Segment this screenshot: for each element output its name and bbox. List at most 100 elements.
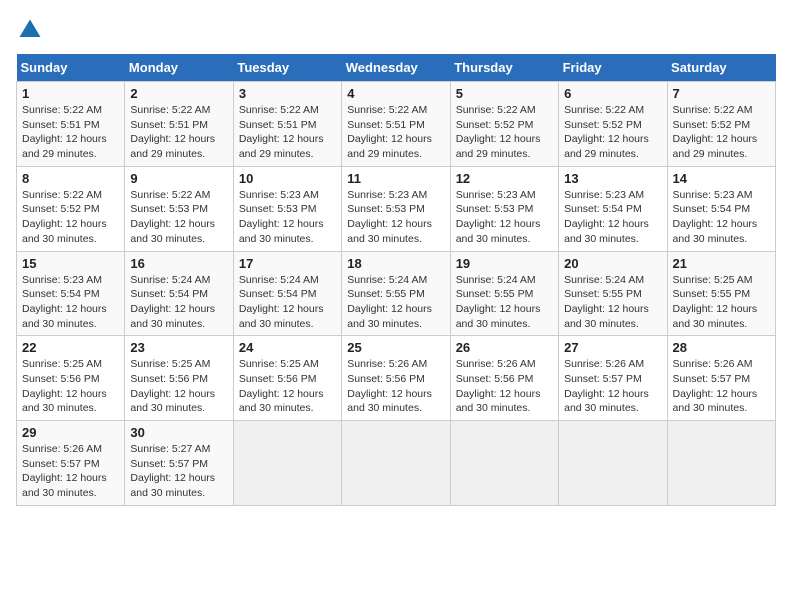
calendar-cell: 13 Sunrise: 5:23 AM Sunset: 5:54 PM Dayl…: [559, 166, 667, 251]
day-info: Sunrise: 5:22 AM Sunset: 5:51 PM Dayligh…: [347, 103, 444, 162]
calendar-cell: 6 Sunrise: 5:22 AM Sunset: 5:52 PM Dayli…: [559, 82, 667, 167]
day-number: 2: [130, 86, 227, 101]
day-info: Sunrise: 5:25 AM Sunset: 5:55 PM Dayligh…: [673, 273, 770, 332]
calendar-cell: 20 Sunrise: 5:24 AM Sunset: 5:55 PM Dayl…: [559, 251, 667, 336]
weekday-header-row: Sunday Monday Tuesday Wednesday Thursday…: [17, 54, 776, 82]
day-info: Sunrise: 5:24 AM Sunset: 5:55 PM Dayligh…: [347, 273, 444, 332]
logo-icon: [16, 16, 44, 44]
day-number: 13: [564, 171, 661, 186]
day-number: 20: [564, 256, 661, 271]
calendar-cell: 19 Sunrise: 5:24 AM Sunset: 5:55 PM Dayl…: [450, 251, 558, 336]
day-number: 21: [673, 256, 770, 271]
header: [16, 16, 776, 44]
day-info: Sunrise: 5:24 AM Sunset: 5:55 PM Dayligh…: [456, 273, 553, 332]
day-number: 1: [22, 86, 119, 101]
calendar-cell: 11 Sunrise: 5:23 AM Sunset: 5:53 PM Dayl…: [342, 166, 450, 251]
calendar-cell: 25 Sunrise: 5:26 AM Sunset: 5:56 PM Dayl…: [342, 336, 450, 421]
calendar-cell: 28 Sunrise: 5:26 AM Sunset: 5:57 PM Dayl…: [667, 336, 775, 421]
calendar-cell: 16 Sunrise: 5:24 AM Sunset: 5:54 PM Dayl…: [125, 251, 233, 336]
day-number: 24: [239, 340, 336, 355]
header-sunday: Sunday: [17, 54, 125, 82]
day-info: Sunrise: 5:25 AM Sunset: 5:56 PM Dayligh…: [130, 357, 227, 416]
day-info: Sunrise: 5:22 AM Sunset: 5:53 PM Dayligh…: [130, 188, 227, 247]
day-number: 6: [564, 86, 661, 101]
calendar-cell: 14 Sunrise: 5:23 AM Sunset: 5:54 PM Dayl…: [667, 166, 775, 251]
header-tuesday: Tuesday: [233, 54, 341, 82]
day-info: Sunrise: 5:26 AM Sunset: 5:56 PM Dayligh…: [456, 357, 553, 416]
calendar-cell: 27 Sunrise: 5:26 AM Sunset: 5:57 PM Dayl…: [559, 336, 667, 421]
header-thursday: Thursday: [450, 54, 558, 82]
day-number: 29: [22, 425, 119, 440]
calendar-cell: 18 Sunrise: 5:24 AM Sunset: 5:55 PM Dayl…: [342, 251, 450, 336]
day-info: Sunrise: 5:26 AM Sunset: 5:57 PM Dayligh…: [564, 357, 661, 416]
day-info: Sunrise: 5:24 AM Sunset: 5:54 PM Dayligh…: [130, 273, 227, 332]
calendar-cell: [667, 421, 775, 506]
day-info: Sunrise: 5:23 AM Sunset: 5:53 PM Dayligh…: [456, 188, 553, 247]
day-info: Sunrise: 5:23 AM Sunset: 5:54 PM Dayligh…: [673, 188, 770, 247]
day-info: Sunrise: 5:22 AM Sunset: 5:51 PM Dayligh…: [130, 103, 227, 162]
day-info: Sunrise: 5:26 AM Sunset: 5:57 PM Dayligh…: [673, 357, 770, 416]
calendar-cell: 10 Sunrise: 5:23 AM Sunset: 5:53 PM Dayl…: [233, 166, 341, 251]
calendar-cell: 29 Sunrise: 5:26 AM Sunset: 5:57 PM Dayl…: [17, 421, 125, 506]
day-number: 12: [456, 171, 553, 186]
calendar-week-row: 29 Sunrise: 5:26 AM Sunset: 5:57 PM Dayl…: [17, 421, 776, 506]
calendar-cell: 9 Sunrise: 5:22 AM Sunset: 5:53 PM Dayli…: [125, 166, 233, 251]
day-info: Sunrise: 5:23 AM Sunset: 5:54 PM Dayligh…: [22, 273, 119, 332]
calendar-cell: [342, 421, 450, 506]
header-friday: Friday: [559, 54, 667, 82]
day-info: Sunrise: 5:25 AM Sunset: 5:56 PM Dayligh…: [22, 357, 119, 416]
calendar-cell: [233, 421, 341, 506]
calendar-cell: 17 Sunrise: 5:24 AM Sunset: 5:54 PM Dayl…: [233, 251, 341, 336]
calendar-cell: 23 Sunrise: 5:25 AM Sunset: 5:56 PM Dayl…: [125, 336, 233, 421]
calendar-week-row: 1 Sunrise: 5:22 AM Sunset: 5:51 PM Dayli…: [17, 82, 776, 167]
day-info: Sunrise: 5:26 AM Sunset: 5:56 PM Dayligh…: [347, 357, 444, 416]
day-info: Sunrise: 5:26 AM Sunset: 5:57 PM Dayligh…: [22, 442, 119, 501]
calendar-cell: 2 Sunrise: 5:22 AM Sunset: 5:51 PM Dayli…: [125, 82, 233, 167]
calendar-cell: 1 Sunrise: 5:22 AM Sunset: 5:51 PM Dayli…: [17, 82, 125, 167]
calendar-cell: 26 Sunrise: 5:26 AM Sunset: 5:56 PM Dayl…: [450, 336, 558, 421]
day-number: 17: [239, 256, 336, 271]
day-number: 11: [347, 171, 444, 186]
header-monday: Monday: [125, 54, 233, 82]
day-number: 10: [239, 171, 336, 186]
calendar-cell: [450, 421, 558, 506]
calendar-cell: 21 Sunrise: 5:25 AM Sunset: 5:55 PM Dayl…: [667, 251, 775, 336]
day-number: 5: [456, 86, 553, 101]
calendar-week-row: 15 Sunrise: 5:23 AM Sunset: 5:54 PM Dayl…: [17, 251, 776, 336]
calendar-week-row: 8 Sunrise: 5:22 AM Sunset: 5:52 PM Dayli…: [17, 166, 776, 251]
day-number: 7: [673, 86, 770, 101]
day-info: Sunrise: 5:23 AM Sunset: 5:53 PM Dayligh…: [347, 188, 444, 247]
calendar-cell: 4 Sunrise: 5:22 AM Sunset: 5:51 PM Dayli…: [342, 82, 450, 167]
calendar-cell: 30 Sunrise: 5:27 AM Sunset: 5:57 PM Dayl…: [125, 421, 233, 506]
calendar-cell: 8 Sunrise: 5:22 AM Sunset: 5:52 PM Dayli…: [17, 166, 125, 251]
day-info: Sunrise: 5:22 AM Sunset: 5:52 PM Dayligh…: [564, 103, 661, 162]
calendar-table: Sunday Monday Tuesday Wednesday Thursday…: [16, 54, 776, 506]
logo: [16, 16, 48, 44]
day-number: 15: [22, 256, 119, 271]
day-number: 16: [130, 256, 227, 271]
day-number: 23: [130, 340, 227, 355]
day-number: 9: [130, 171, 227, 186]
day-number: 14: [673, 171, 770, 186]
day-number: 28: [673, 340, 770, 355]
day-number: 26: [456, 340, 553, 355]
day-number: 25: [347, 340, 444, 355]
day-info: Sunrise: 5:22 AM Sunset: 5:52 PM Dayligh…: [22, 188, 119, 247]
calendar-cell: 24 Sunrise: 5:25 AM Sunset: 5:56 PM Dayl…: [233, 336, 341, 421]
day-number: 22: [22, 340, 119, 355]
day-number: 8: [22, 171, 119, 186]
calendar-cell: 3 Sunrise: 5:22 AM Sunset: 5:51 PM Dayli…: [233, 82, 341, 167]
day-info: Sunrise: 5:22 AM Sunset: 5:51 PM Dayligh…: [239, 103, 336, 162]
day-number: 30: [130, 425, 227, 440]
day-info: Sunrise: 5:22 AM Sunset: 5:51 PM Dayligh…: [22, 103, 119, 162]
day-number: 19: [456, 256, 553, 271]
day-info: Sunrise: 5:23 AM Sunset: 5:54 PM Dayligh…: [564, 188, 661, 247]
day-info: Sunrise: 5:22 AM Sunset: 5:52 PM Dayligh…: [673, 103, 770, 162]
calendar-cell: [559, 421, 667, 506]
day-info: Sunrise: 5:24 AM Sunset: 5:55 PM Dayligh…: [564, 273, 661, 332]
day-number: 3: [239, 86, 336, 101]
day-info: Sunrise: 5:25 AM Sunset: 5:56 PM Dayligh…: [239, 357, 336, 416]
day-number: 4: [347, 86, 444, 101]
calendar-cell: 15 Sunrise: 5:23 AM Sunset: 5:54 PM Dayl…: [17, 251, 125, 336]
day-info: Sunrise: 5:22 AM Sunset: 5:52 PM Dayligh…: [456, 103, 553, 162]
